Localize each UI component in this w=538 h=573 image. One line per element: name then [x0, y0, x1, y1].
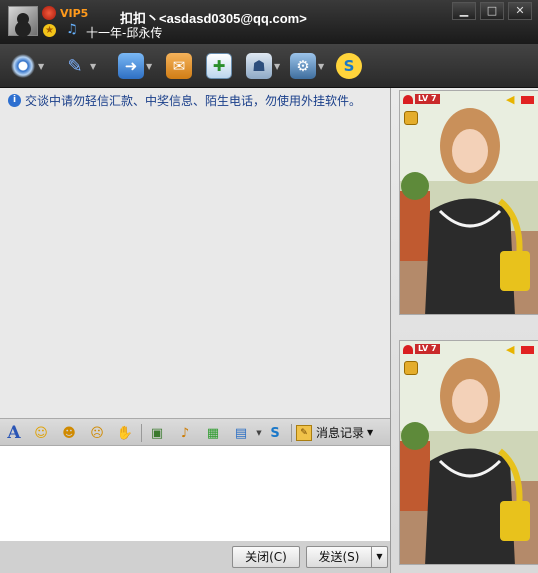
chevron-down-icon[interactable]: ▼	[90, 62, 100, 71]
show-avatar-illustration	[400, 91, 538, 314]
chevron-down-icon[interactable]: ▼	[146, 62, 156, 71]
level-badge: LV 7	[403, 344, 440, 354]
gift-icon[interactable]: ▦	[204, 424, 222, 442]
send-mail-icon: ✉	[166, 53, 192, 79]
divider	[291, 424, 292, 442]
star-icon: ★	[43, 24, 56, 37]
vip-icon	[42, 6, 56, 20]
chevron-down-icon: ▼	[367, 428, 374, 437]
my-show-image[interactable]: LV 7 ◀	[399, 340, 538, 565]
create-discussion-button[interactable]: ✚	[206, 52, 232, 80]
speaker-icon[interactable]: ◀	[506, 94, 518, 105]
chevron-down-icon[interactable]: ▼	[274, 62, 284, 71]
info-icon: i	[8, 94, 21, 107]
remote-assistance-icon: ☗	[246, 53, 272, 79]
close-button[interactable]: 关闭(C)	[232, 546, 300, 568]
maximize-button[interactable]: □	[480, 2, 504, 20]
format-toolbar: A ☺ ☻ ☹ ✋ ▣ ♪ ▦ ▤ ▼ S ✎ 消息记录 ▼	[0, 418, 390, 446]
show-avatar-illustration	[400, 341, 538, 564]
screenshot-icon[interactable]: ▤	[232, 424, 250, 442]
voice-call-button[interactable]: ✎ ▼	[62, 52, 100, 80]
bottom-bar: 关闭(C) 发送(S) ▼	[0, 541, 390, 573]
chat-window: VIP5 扣扣丶<asdasd0305@qq.com> ★ ♫ 十一年-邱永传 …	[0, 0, 538, 573]
speaker-icon[interactable]: ◀	[506, 344, 518, 355]
voice-message-icon[interactable]: ✋	[116, 424, 134, 442]
level-badge: LV 7	[403, 94, 440, 104]
emoji-icon[interactable]: ☺	[32, 424, 50, 442]
message-display[interactable]: i 交谈中请勿轻信汇款、中奖信息、陌生电话，勿使用外挂软件。	[0, 88, 390, 418]
magic-emoji-icon[interactable]: ☻	[60, 424, 78, 442]
close-window-button[interactable]: ✕	[508, 2, 532, 20]
send-label: 发送(S)	[318, 550, 360, 564]
message-input[interactable]	[0, 446, 390, 541]
minimize-button[interactable]: ▁	[452, 2, 476, 20]
chevron-down-icon[interactable]: ▼	[371, 547, 387, 567]
flag-icon[interactable]	[521, 346, 534, 354]
security-notice-text: 交谈中请勿轻信汇款、中奖信息、陌生电话，勿使用外挂软件。	[25, 94, 362, 108]
voice-call-icon: ✎	[67, 55, 83, 77]
soso-icon[interactable]: S	[266, 424, 284, 442]
send-image-icon[interactable]: ▣	[148, 424, 166, 442]
chevron-down-icon[interactable]: ▼	[318, 62, 328, 71]
send-mail-button[interactable]: ✉	[166, 52, 192, 80]
create-discussion-icon: ✚	[206, 53, 232, 79]
security-notice: i 交谈中请勿轻信汇款、中奖信息、陌生电话，勿使用外挂软件。	[8, 92, 361, 109]
music-note-icon: ♫	[66, 22, 78, 37]
remote-assistance-button[interactable]: ☗ ▼	[246, 52, 284, 80]
title-bar[interactable]: VIP5 扣扣丶<asdasd0305@qq.com> ★ ♫ 十一年-邱永传 …	[0, 0, 538, 44]
video-call-icon	[10, 53, 36, 79]
contact-signature: 十一年-邱永传	[86, 26, 163, 40]
vip-label: VIP5	[60, 7, 89, 20]
send-file-button[interactable]: ➜ ▼	[118, 52, 156, 80]
flag-icon[interactable]	[521, 96, 534, 104]
message-history-button[interactable]: ✎ 消息记录 ▼	[296, 424, 373, 441]
heart-icon	[403, 344, 413, 354]
heart-icon	[403, 94, 413, 104]
font-icon[interactable]: A	[5, 423, 23, 443]
shake-window-icon[interactable]: ☹	[88, 424, 106, 442]
divider	[141, 424, 142, 442]
level-text: LV 7	[415, 94, 440, 104]
chevron-down-icon[interactable]: ▼	[38, 62, 48, 71]
level-text: LV 7	[415, 344, 440, 354]
message-history-label: 消息记录	[316, 426, 365, 440]
app-settings-button[interactable]: ⚙ ▼	[290, 52, 328, 80]
app-settings-icon: ⚙	[290, 53, 316, 79]
contact-show-image[interactable]: LV 7 ◀	[399, 90, 538, 315]
soso-icon: S	[336, 53, 362, 79]
soso-button[interactable]: S	[336, 52, 362, 80]
avatar[interactable]	[8, 6, 38, 36]
send-button[interactable]: 发送(S) ▼	[306, 546, 388, 568]
window-controls: ▁ □ ✕	[452, 2, 532, 20]
video-call-button[interactable]: ▼	[10, 52, 48, 80]
pet-icon[interactable]	[404, 111, 418, 125]
show-panel: LV 7 ◀ LV 7 ◀	[390, 88, 538, 573]
main-toolbar: ▼ ✎ ▼ ➜ ▼ ✉ ✚ ☗ ▼ ⚙ ▼ S	[0, 44, 538, 88]
pet-icon[interactable]	[404, 361, 418, 375]
send-file-icon: ➜	[118, 53, 144, 79]
history-icon: ✎	[296, 424, 312, 441]
music-icon[interactable]: ♪	[176, 424, 194, 442]
